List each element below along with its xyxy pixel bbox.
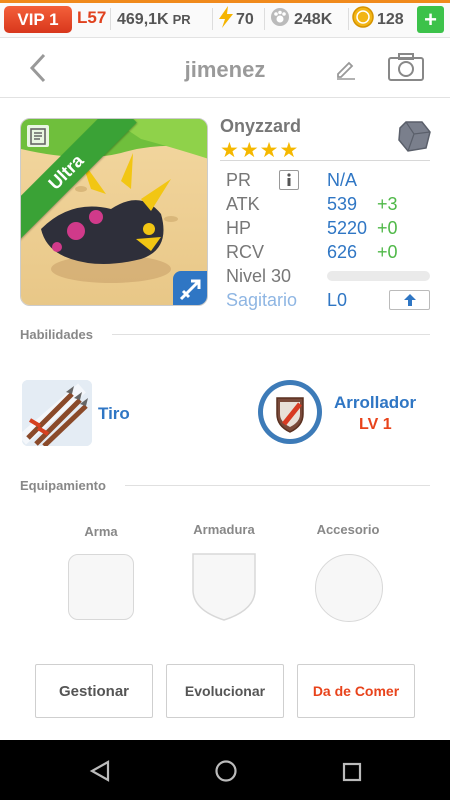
status-bar: VIP 1 L57 469,1K PR 70 248K 128 + xyxy=(0,0,450,38)
stat-bonus-atk: +3 xyxy=(377,194,398,214)
equipment-section-title: Equipamiento xyxy=(20,478,106,493)
camera-icon[interactable] xyxy=(387,52,425,82)
energy-counter: 70 xyxy=(218,6,254,33)
lightning-icon xyxy=(218,6,234,33)
coin-value: 128 xyxy=(377,10,404,28)
food-counter: 248K xyxy=(270,6,332,33)
stat-bonus-rcv: +0 xyxy=(377,242,398,262)
stat-value-pr: N/A xyxy=(327,170,358,190)
stat-value-hp: 5220 xyxy=(327,218,368,238)
skill-level: LV 1 xyxy=(359,416,392,433)
rock-element-icon[interactable] xyxy=(396,118,432,154)
accessory-slot[interactable] xyxy=(315,554,383,622)
power-rating-value: 469,1K xyxy=(117,10,169,28)
divider xyxy=(110,8,111,30)
skills-section-title: Habilidades xyxy=(20,327,93,342)
evolve-button[interactable]: Evolucionar xyxy=(166,664,284,718)
stat-label-pr: PR xyxy=(226,170,252,190)
armor-slot[interactable] xyxy=(191,552,257,622)
divider xyxy=(348,8,349,30)
level-label: Nivel 30 xyxy=(226,266,292,286)
info-icon[interactable] xyxy=(279,170,299,190)
divider xyxy=(125,485,430,486)
energy-value: 70 xyxy=(236,10,254,28)
equip-label-accessory: Accesorio xyxy=(316,522,380,537)
sign-level: L0 xyxy=(327,290,348,310)
stat-label-atk: ATK xyxy=(226,194,260,214)
sign-label[interactable]: Sagitario xyxy=(226,290,297,311)
add-currency-button[interactable]: + xyxy=(417,6,444,33)
arrow-up-icon xyxy=(403,294,416,306)
arrows-skill-icon[interactable] xyxy=(22,380,92,446)
monster-name: Onyzzard xyxy=(220,116,302,136)
archer-sign-icon xyxy=(173,271,207,305)
equip-label-weapon: Arma xyxy=(84,524,118,539)
status-accent-line xyxy=(0,0,450,3)
equip-label-armor: Armadura xyxy=(193,522,255,537)
list-icon[interactable] xyxy=(27,125,49,147)
system-navigation-bar xyxy=(0,740,450,800)
divider xyxy=(112,334,430,335)
stat-value-atk: 539 xyxy=(327,194,358,214)
divider xyxy=(212,8,213,30)
back-triangle-icon[interactable] xyxy=(88,760,112,782)
shield-skill-icon[interactable] xyxy=(258,380,322,444)
recents-square-icon[interactable] xyxy=(342,762,362,782)
player-level: L57 xyxy=(77,8,107,27)
power-rating-unit: PR xyxy=(172,12,191,27)
stat-label-hp: HP xyxy=(226,218,252,238)
stat-label-rcv: RCV xyxy=(226,242,265,262)
paw-icon xyxy=(270,7,290,32)
coin-icon xyxy=(352,6,374,33)
page-title: jimenez xyxy=(184,57,266,82)
vip-badge[interactable]: VIP 1 xyxy=(4,6,72,33)
sign-upgrade-button[interactable] xyxy=(389,290,430,310)
home-circle-icon[interactable] xyxy=(214,759,238,783)
stat-value-rcv: 626 xyxy=(327,242,358,262)
feed-button[interactable]: Da de Comer xyxy=(297,664,415,718)
pencil-icon[interactable] xyxy=(334,56,358,80)
divider xyxy=(220,160,430,161)
skill-name-left[interactable]: Tiro xyxy=(98,404,130,424)
power-rating: 469,1K PR xyxy=(117,6,191,33)
stat-bonus-hp: +0 xyxy=(377,218,398,238)
monster-portrait[interactable]: Ultra xyxy=(20,118,208,306)
manage-button[interactable]: Gestionar xyxy=(35,664,153,718)
divider xyxy=(264,8,265,30)
coin-counter: 128 xyxy=(352,6,404,33)
food-value: 248K xyxy=(294,10,333,28)
skill-name-right[interactable]: Arrollador xyxy=(334,393,416,413)
level-progress-bar xyxy=(327,271,430,281)
weapon-slot[interactable] xyxy=(68,554,134,620)
header: jimenez xyxy=(0,38,450,98)
